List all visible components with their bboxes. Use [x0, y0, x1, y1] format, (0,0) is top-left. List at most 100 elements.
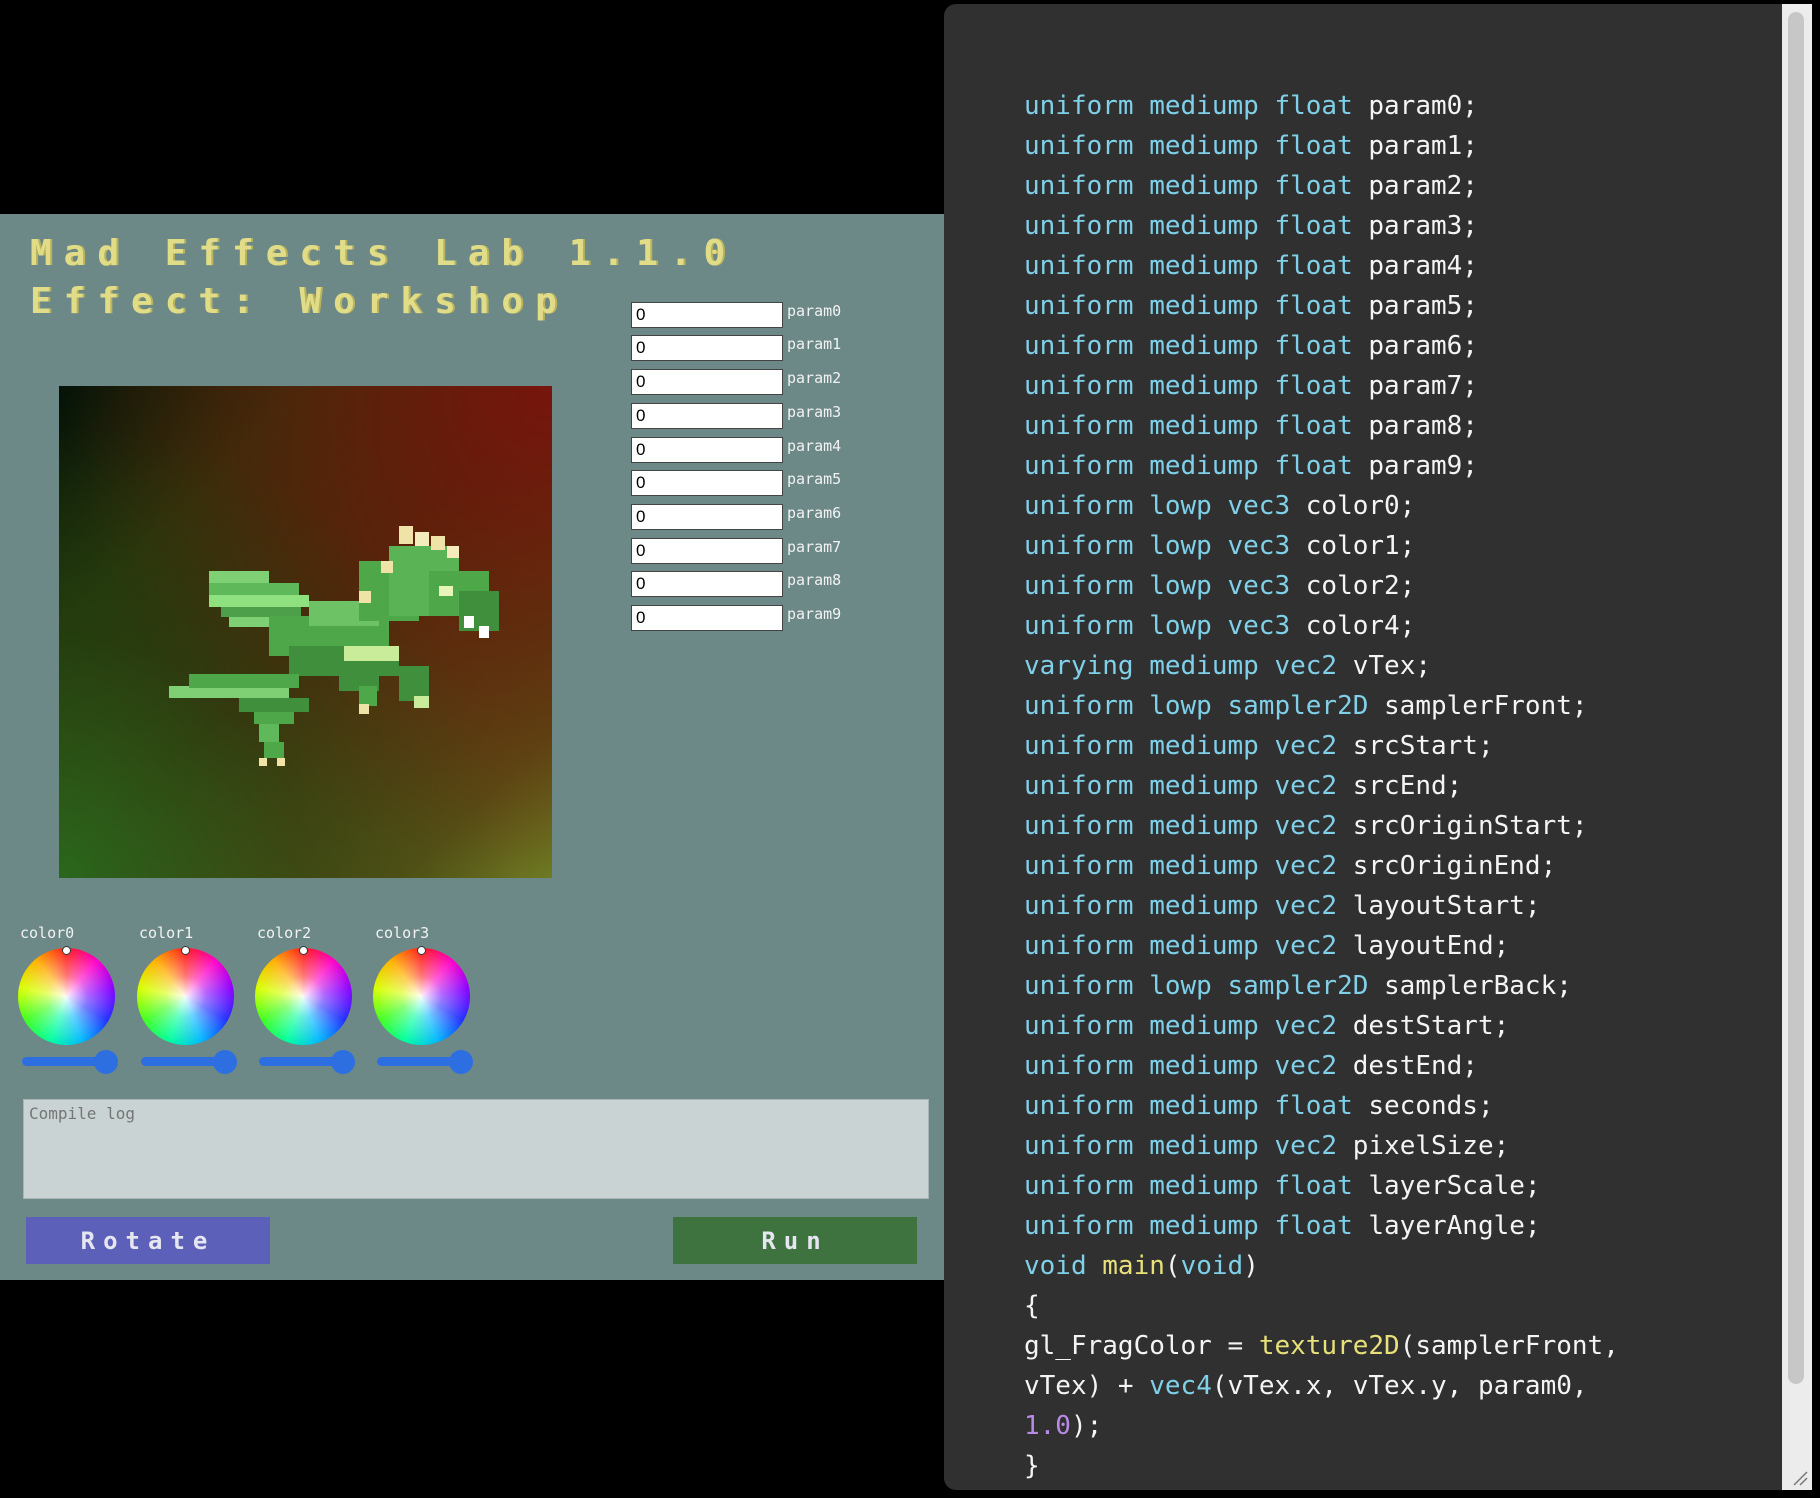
code-token: samplerFront; [1384, 691, 1588, 721]
code-line: uniform lowp sampler2D samplerFront; [1024, 686, 1619, 726]
color-wheel-marker[interactable] [181, 946, 190, 955]
code-line: uniform mediump float param4; [1024, 246, 1619, 286]
dragon-sprite [169, 526, 499, 766]
code-token: uniform mediump float [1024, 411, 1369, 441]
code-line: uniform mediump vec2 destEnd; [1024, 1046, 1619, 1086]
code-line: uniform lowp vec3 color4; [1024, 606, 1619, 646]
code-line: uniform mediump vec2 destStart; [1024, 1006, 1619, 1046]
code-token: ); [1070, 1411, 1103, 1441]
code-token: destEnd; [1352, 1051, 1478, 1081]
run-button[interactable]: Run [673, 1217, 917, 1264]
effect-name: Effect: Workshop [30, 281, 569, 322]
code-token: uniform mediump vec2 [1024, 851, 1353, 881]
resize-handle-icon[interactable] [1792, 1470, 1808, 1486]
code-token: uniform lowp vec3 [1024, 491, 1306, 521]
code-token: texture2D [1258, 1331, 1400, 1361]
code-line: uniform mediump vec2 layoutStart; [1024, 886, 1619, 926]
code-token: uniform mediump float [1024, 251, 1369, 281]
param-label-6: param6 [787, 504, 842, 522]
code-token: (samplerFront, [1399, 1331, 1619, 1361]
code-line: uniform mediump float param0; [1024, 86, 1619, 126]
param-input-7[interactable] [631, 538, 783, 564]
color-wheel-marker[interactable] [299, 946, 308, 955]
param-input-5[interactable] [631, 470, 783, 496]
code-token: uniform mediump float [1024, 171, 1369, 201]
brightness-slider-2[interactable] [259, 1050, 355, 1074]
code-token: uniform lowp sampler2D [1024, 691, 1385, 721]
slider-thumb[interactable] [331, 1050, 355, 1074]
color-wheel-marker[interactable] [62, 946, 71, 955]
code-token: param6; [1368, 331, 1478, 361]
code-line: uniform lowp vec3 color2; [1024, 566, 1619, 606]
code-token: uniform mediump float [1024, 1091, 1369, 1121]
brightness-slider-1[interactable] [141, 1050, 237, 1074]
code-token: layerAngle; [1368, 1211, 1541, 1241]
code-token: param5; [1368, 291, 1478, 321]
slider-thumb[interactable] [213, 1050, 237, 1074]
rotate-button[interactable]: Rotate [26, 1217, 270, 1264]
param-input-4[interactable] [631, 437, 783, 463]
brightness-slider-0[interactable] [22, 1050, 118, 1074]
code-line: uniform mediump float seconds; [1024, 1086, 1619, 1126]
compile-log[interactable] [23, 1099, 929, 1199]
param-input-8[interactable] [631, 571, 783, 597]
shader-source[interactable]: uniform mediump float param0; uniform med… [1024, 86, 1619, 1486]
code-token: layerScale; [1368, 1171, 1541, 1201]
code-token: uniform mediump float [1024, 451, 1369, 481]
code-token: void [1180, 1251, 1244, 1281]
code-token: color2; [1305, 571, 1416, 601]
param-label-5: param5 [787, 470, 842, 488]
code-token: layoutEnd; [1352, 931, 1510, 961]
color-picker-3: color3 [373, 924, 473, 1074]
code-token: uniform mediump float [1024, 1171, 1369, 1201]
slider-thumb[interactable] [94, 1050, 118, 1074]
color-wheel-3[interactable] [373, 946, 470, 1045]
code-token: uniform mediump float [1024, 291, 1369, 321]
param-input-0[interactable] [631, 302, 783, 328]
param-input-2[interactable] [631, 369, 783, 395]
editor-scrollbar[interactable] [1782, 4, 1812, 1490]
shader-code-editor[interactable]: uniform mediump float param0; uniform med… [944, 4, 1782, 1490]
code-line: varying mediump vec2 vTex; [1024, 646, 1619, 686]
code-line: gl_FragColor = texture2D(samplerFront, [1024, 1326, 1619, 1366]
param-label-2: param2 [787, 369, 842, 387]
code-line: vTex) + vec4(vTex.x, vTex.y, param0, [1024, 1366, 1619, 1406]
param-label-8: param8 [787, 571, 842, 589]
param-label-4: param4 [787, 437, 842, 455]
code-line: uniform mediump vec2 srcOriginStart; [1024, 806, 1619, 846]
code-token: uniform lowp sampler2D [1024, 971, 1385, 1001]
code-token: void [1024, 1251, 1103, 1281]
color-wheel-1[interactable] [137, 946, 234, 1045]
code-line: uniform mediump float param9; [1024, 446, 1619, 486]
param-input-6[interactable] [631, 504, 783, 530]
param-input-3[interactable] [631, 403, 783, 429]
code-line: uniform mediump float param2; [1024, 166, 1619, 206]
code-line: 1.0); [1024, 1406, 1619, 1446]
param-input-9[interactable] [631, 605, 783, 631]
color-wheel-marker[interactable] [417, 946, 426, 955]
param-input-1[interactable] [631, 335, 783, 361]
code-token: uniform mediump float [1024, 371, 1369, 401]
code-token: uniform mediump vec2 [1024, 731, 1353, 761]
code-line: uniform mediump vec2 srcEnd; [1024, 766, 1619, 806]
code-line: uniform lowp sampler2D samplerBack; [1024, 966, 1619, 1006]
code-token: vec4 [1149, 1371, 1212, 1401]
code-token: { [1024, 1291, 1040, 1321]
color-wheel-0[interactable] [18, 946, 115, 1045]
brightness-slider-3[interactable] [377, 1050, 473, 1074]
code-token: param0; [1368, 91, 1478, 121]
code-line: uniform mediump vec2 srcOriginEnd; [1024, 846, 1619, 886]
color-label-0: color0 [20, 924, 75, 942]
param-label-1: param1 [787, 335, 842, 353]
code-token: param1; [1368, 131, 1478, 161]
code-token: uniform mediump vec2 [1024, 1051, 1353, 1081]
slider-thumb[interactable] [449, 1050, 473, 1074]
color-wheel-2[interactable] [255, 946, 352, 1045]
scrollbar-thumb[interactable] [1788, 12, 1804, 1384]
code-token: uniform lowp vec3 [1024, 571, 1306, 601]
color-label-2: color2 [257, 924, 312, 942]
code-line: uniform mediump vec2 srcStart; [1024, 726, 1619, 766]
code-line: uniform mediump float param5; [1024, 286, 1619, 326]
code-line: uniform lowp vec3 color1; [1024, 526, 1619, 566]
code-token: vTex) + [1024, 1371, 1150, 1401]
